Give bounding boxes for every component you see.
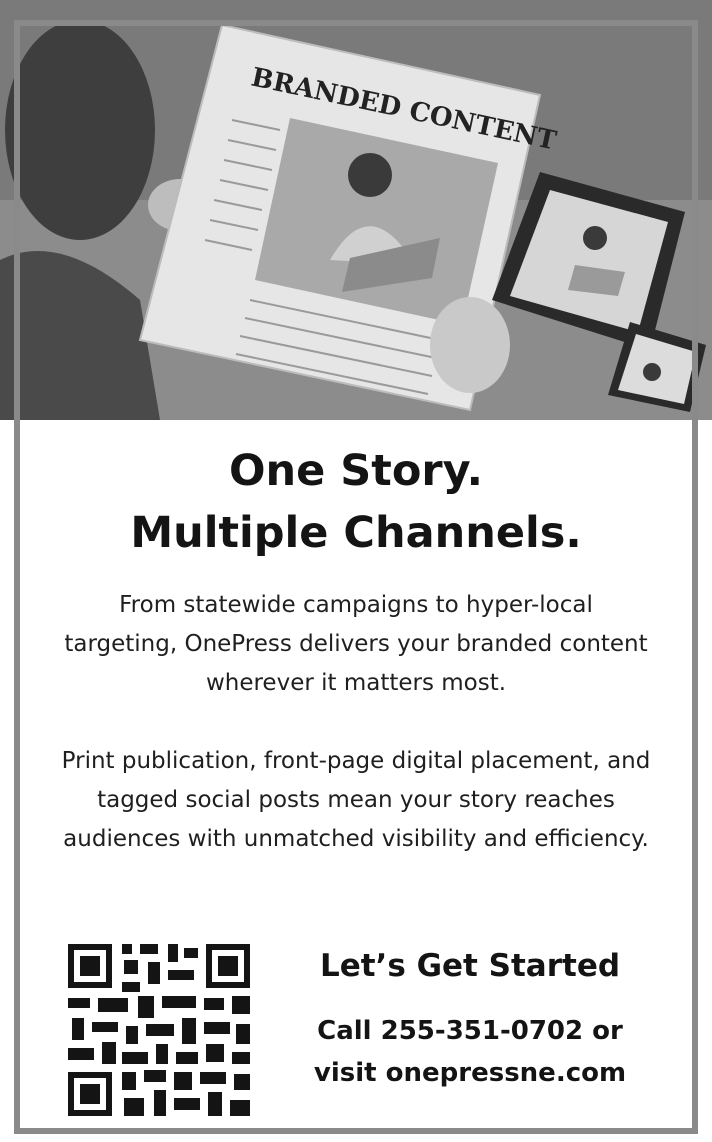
headline-line-1: One Story. xyxy=(229,446,483,496)
body-paragraph-2: Print publication, front-page digital pl… xyxy=(61,748,651,852)
hero-illustration: BRANDED CONTENT xyxy=(0,0,712,420)
hero-photo: BRANDED CONTENT xyxy=(0,0,712,420)
cta-title: Let’s Get Started xyxy=(319,948,621,984)
body-paragraph-1: From statewide campaigns to hyper-local … xyxy=(64,592,648,696)
cta-website-line[interactable]: visit onepressne.com xyxy=(286,1052,654,1094)
headline-line-2: Multiple Channels. xyxy=(130,508,582,558)
qr-code-icon[interactable] xyxy=(64,940,254,1120)
cta-phone-line[interactable]: Call 255-351-0702 or xyxy=(286,1010,654,1052)
call-to-action: Let’s Get Started Call 255-351-0702 or v… xyxy=(286,948,654,1094)
headline: One Story. Multiple Channels. xyxy=(0,440,712,564)
